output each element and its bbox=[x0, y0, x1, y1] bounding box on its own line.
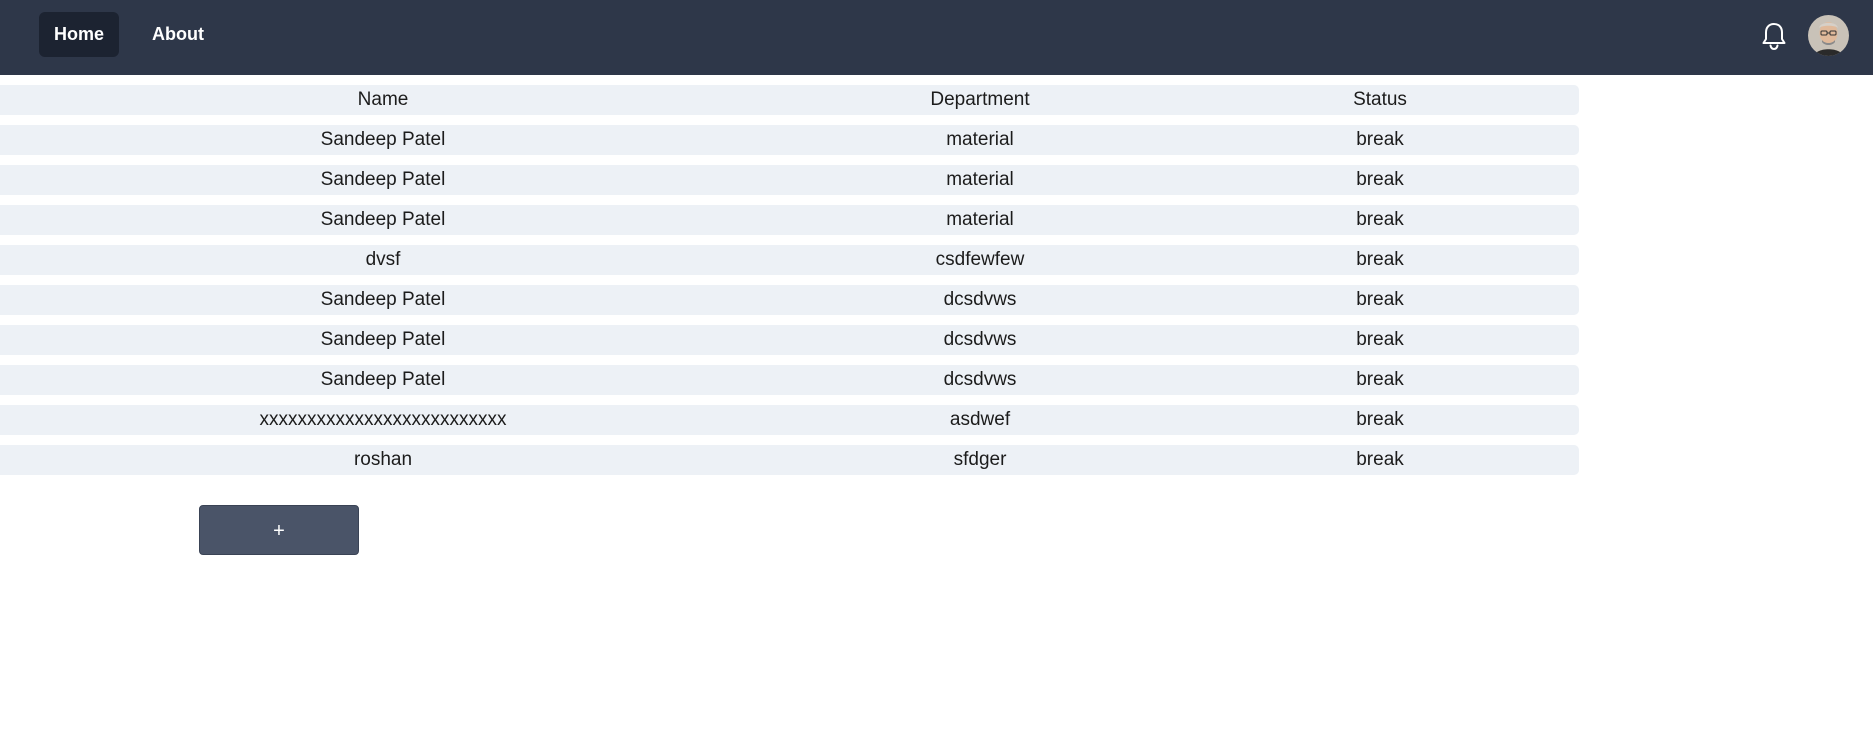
cell-status: break bbox=[1356, 169, 1404, 190]
cell-name: Sandeep Patel bbox=[320, 289, 446, 310]
cell-name: dvsf bbox=[365, 249, 401, 270]
cell-status: break bbox=[1356, 129, 1404, 150]
cell-status: break bbox=[1356, 329, 1404, 350]
nav-about-link[interactable]: About bbox=[137, 12, 219, 57]
table-row: Sandeep Patel dcsdvws break bbox=[0, 325, 1579, 355]
cell-department: asdwef bbox=[949, 409, 1011, 430]
cell-department: dcsdvws bbox=[943, 329, 1017, 350]
cell-name: Sandeep Patel bbox=[320, 129, 446, 150]
cell-department: material bbox=[946, 169, 1014, 190]
cell-department: dcsdvws bbox=[943, 369, 1017, 390]
cell-status: break bbox=[1356, 209, 1404, 230]
table-row: Sandeep Patel material break bbox=[0, 125, 1579, 155]
employee-table: Name Department Status Sandeep Patel mat… bbox=[0, 85, 1579, 485]
cell-name: roshan bbox=[353, 449, 413, 470]
column-header-status: Status bbox=[1353, 89, 1407, 110]
table-row: xxxxxxxxxxxxxxxxxxxxxxxxxx asdwef break bbox=[0, 405, 1579, 435]
table-row: dvsf csdfewfew break bbox=[0, 245, 1579, 275]
cell-name: xxxxxxxxxxxxxxxxxxxxxxxxxx bbox=[259, 409, 507, 430]
cell-name: Sandeep Patel bbox=[320, 369, 446, 390]
bell-icon[interactable] bbox=[1760, 20, 1788, 52]
cell-name: Sandeep Patel bbox=[320, 209, 446, 230]
cell-status: break bbox=[1356, 289, 1404, 310]
table-row: Sandeep Patel dcsdvws break bbox=[0, 285, 1579, 315]
cell-department: material bbox=[946, 209, 1014, 230]
column-header-name: Name bbox=[357, 89, 409, 110]
cell-department: dcsdvws bbox=[943, 289, 1017, 310]
cell-status: break bbox=[1356, 249, 1404, 270]
table-row: Sandeep Patel material break bbox=[0, 205, 1579, 235]
column-header-department: Department bbox=[930, 89, 1030, 110]
cell-status: break bbox=[1356, 409, 1404, 430]
cell-name: Sandeep Patel bbox=[320, 169, 446, 190]
cell-name: Sandeep Patel bbox=[320, 329, 446, 350]
table-row: Sandeep Patel material break bbox=[0, 165, 1579, 195]
table-row: roshan sfdger break bbox=[0, 445, 1579, 475]
nav-home-link[interactable]: Home bbox=[39, 12, 120, 57]
add-employee-button[interactable]: + bbox=[199, 505, 359, 555]
table-row: Sandeep Patel dcsdvws break bbox=[0, 365, 1579, 395]
cell-department: material bbox=[946, 129, 1014, 150]
table-header-row: Name Department Status bbox=[0, 85, 1579, 115]
top-navbar: Home About bbox=[0, 0, 1873, 75]
user-avatar[interactable] bbox=[1808, 15, 1849, 56]
cell-status: break bbox=[1356, 449, 1404, 470]
cell-department: sfdger bbox=[953, 449, 1007, 470]
cell-department: csdfewfew bbox=[935, 249, 1025, 270]
cell-status: break bbox=[1356, 369, 1404, 390]
